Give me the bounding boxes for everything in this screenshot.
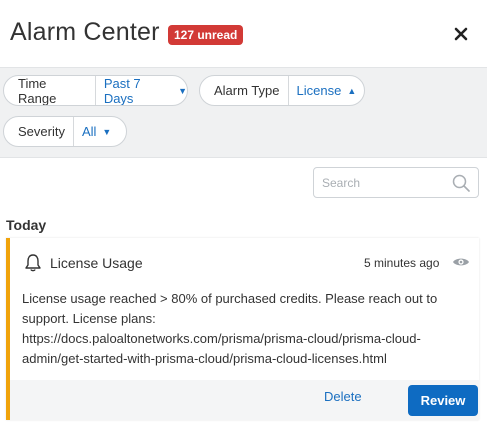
severity-value: All [81, 124, 97, 139]
chevron-down-icon: ▼ [102, 126, 112, 137]
page-title: Alarm Center [10, 18, 160, 46]
alarm-message-link: https://docs.paloaltonetworks.com/prisma… [22, 331, 421, 346]
severity-label: Severity [4, 117, 74, 146]
search-input[interactable] [314, 168, 444, 197]
time-range-label: Time Range [4, 76, 96, 105]
alarm-title: License Usage [50, 255, 143, 271]
alarm-type-label: Alarm Type [200, 76, 289, 105]
time-range-value: Past 7 Days [103, 75, 141, 106]
alarm-message-link: admin/get-started-with-prisma-cloud/pris… [22, 351, 387, 366]
alarm-center-header: Alarm Center 127 unread [0, 0, 487, 67]
severity-filter[interactable]: Severity All ▼ [3, 116, 127, 147]
review-button[interactable]: Review [408, 385, 478, 416]
chevron-up-icon: ▲ [347, 85, 357, 96]
close-button[interactable] [451, 24, 471, 44]
eye-icon[interactable] [452, 255, 470, 274]
search-box [313, 167, 479, 198]
alarm-message: License usage reached > 80% of purchased… [22, 289, 477, 369]
alarm-message-line: support. License plans: [22, 311, 156, 326]
unread-badge: 127 unread [168, 25, 244, 45]
bell-icon [24, 253, 42, 278]
group-heading-today: Today [6, 217, 47, 233]
filter-bar: Time Range Past 7 Days ▼ Alarm Type Lice… [0, 67, 487, 158]
alarm-type-value: License [296, 83, 342, 98]
close-icon [454, 27, 468, 41]
search-icon[interactable] [452, 174, 470, 197]
delete-button[interactable]: Delete [324, 389, 362, 404]
alarm-card[interactable]: License Usage 5 minutes ago License usag… [6, 238, 479, 420]
alarm-card-footer: Delete Review [10, 380, 479, 420]
alarm-message-line: License usage reached > 80% of purchased… [22, 291, 438, 306]
alarm-time: 5 minutes ago [364, 256, 440, 270]
alarm-type-filter[interactable]: Alarm Type License ▲ [199, 75, 365, 106]
chevron-down-icon: ▼ [178, 85, 187, 96]
time-range-filter[interactable]: Time Range Past 7 Days ▼ [3, 75, 188, 106]
